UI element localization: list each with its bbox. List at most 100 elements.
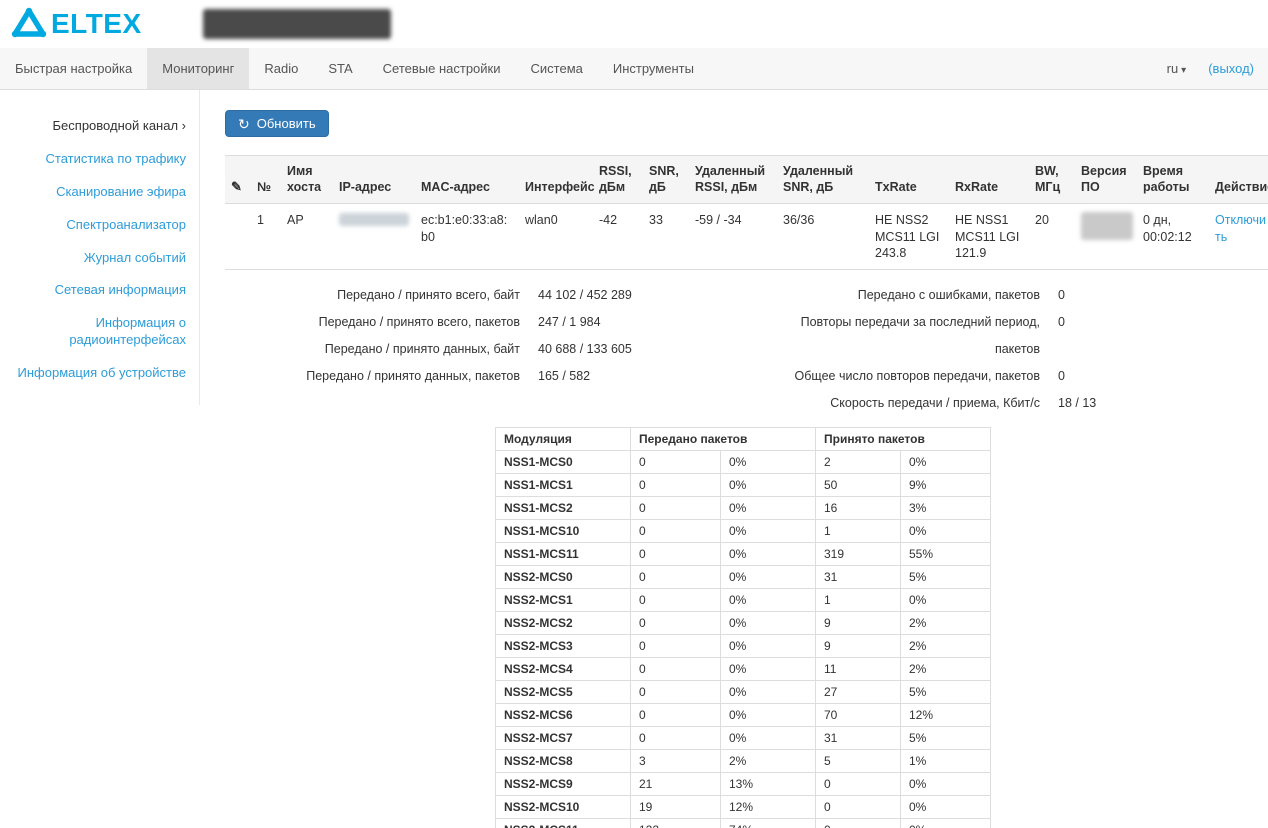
tx-count: 0 [631, 566, 721, 589]
nav-tab[interactable]: Инструменты [598, 48, 709, 89]
nav-tab[interactable]: Radio [249, 48, 313, 89]
redacted-ip-address [339, 213, 409, 226]
tx-percent: 0% [721, 635, 816, 658]
modulation-row: NSS1-MCS11 0 0% 319 55% [496, 543, 991, 566]
col-ip: IP-адрес [333, 156, 415, 204]
rx-percent: 0% [901, 589, 991, 612]
client-interface: wlan0 [519, 204, 593, 270]
tx-count: 0 [631, 704, 721, 727]
rx-count: 319 [816, 543, 901, 566]
nav-tab[interactable]: Система [516, 48, 598, 89]
client-action-cell: Отключить [1209, 204, 1268, 270]
stats-column-right: Передано с ошибками, пакетов 0 Повторы п… [765, 282, 1262, 417]
logout-link[interactable]: (выход) [1208, 61, 1254, 76]
col-snr: SNR, дБ [643, 156, 689, 204]
col-interface: Интерфейс [519, 156, 593, 204]
modulation-name: NSS1-MCS10 [496, 520, 631, 543]
stat-label: Передано / принято всего, пакетов [225, 309, 520, 336]
tx-percent: 0% [721, 589, 816, 612]
col-action: Действие [1209, 156, 1268, 204]
tx-percent: 0% [721, 566, 816, 589]
edit-column-header: ✎ [225, 156, 251, 204]
nav-tab-label: Мониторинг [162, 61, 234, 76]
tx-percent: 0% [721, 727, 816, 750]
refresh-icon: ↻ [238, 117, 250, 131]
modulation-row: NSS2-MCS6 0 0% 70 12% [496, 704, 991, 727]
sidebar-item[interactable]: Журнал событий [0, 242, 199, 275]
sidebar-item[interactable]: Информация о радиоинтерфейсах [0, 307, 199, 357]
client-rxrate: HE NSS1 MCS11 LGI 121.9 [949, 204, 1029, 270]
rx-percent: 0% [901, 520, 991, 543]
rx-count: 1 [816, 520, 901, 543]
tx-count: 0 [631, 451, 721, 474]
client-num: 1 [251, 204, 281, 270]
stat-value: 165 / 582 [520, 363, 590, 390]
tx-percent: 74% [721, 819, 816, 828]
tx-count: 0 [631, 589, 721, 612]
sidebar-section-wireless-channel[interactable]: Беспроводной канал › [0, 110, 199, 143]
sidebar-menu: Беспроводной канал › Статистика по трафи… [0, 110, 199, 390]
nav-tab[interactable]: Сетевые настройки [368, 48, 516, 89]
rx-percent: 12% [901, 704, 991, 727]
redacted-device-name [203, 9, 391, 39]
stat-label: Повторы передачи за последний период, па… [765, 309, 1040, 363]
stat-row: Скорость передачи / приема, Кбит/с 18 / … [765, 390, 1262, 417]
sidebar-item[interactable]: Сканирование эфира [0, 176, 199, 209]
rx-percent: 5% [901, 727, 991, 750]
modulation-row: NSS2-MCS10 19 12% 0 0% [496, 796, 991, 819]
tx-percent: 0% [721, 451, 816, 474]
col-bw: BW, МГц [1029, 156, 1075, 204]
disconnect-link[interactable]: Отключить [1215, 213, 1266, 243]
modulation-row: NSS2-MCS1 0 0% 1 0% [496, 589, 991, 612]
sidebar-item[interactable]: Сетевая информация [0, 274, 199, 307]
col-mac: MAC-адрес [415, 156, 519, 204]
refresh-button[interactable]: ↻ Обновить [225, 110, 329, 137]
tx-count: 19 [631, 796, 721, 819]
rx-percent: 2% [901, 612, 991, 635]
rx-percent: 1% [901, 750, 991, 773]
modulation-name: NSS2-MCS10 [496, 796, 631, 819]
rx-percent: 2% [901, 658, 991, 681]
top-header: ELTEX [0, 0, 1268, 48]
sidebar-item[interactable]: Статистика по трафику [0, 143, 199, 176]
edit-icon: ✎ [231, 179, 242, 194]
tx-percent: 0% [721, 612, 816, 635]
modulation-name: NSS2-MCS0 [496, 566, 631, 589]
stat-label: Общее число повторов передачи, пакетов [765, 363, 1040, 390]
stat-label: Передано / принято всего, байт [225, 282, 520, 309]
col-rxrate: RxRate [949, 156, 1029, 204]
modulation-row: NSS1-MCS2 0 0% 16 3% [496, 497, 991, 520]
stat-value: 40 688 / 133 605 [520, 336, 632, 363]
tx-percent: 0% [721, 681, 816, 704]
tx-percent: 2% [721, 750, 816, 773]
sidebar-item[interactable]: Информация об устройстве [0, 357, 199, 390]
col-rx-packets: Принято пакетов [816, 428, 991, 451]
rx-percent: 5% [901, 681, 991, 704]
sidebar-item[interactable]: Спектроанализатор [0, 209, 199, 242]
nav-tab[interactable]: STA [313, 48, 367, 89]
rx-percent: 0% [901, 819, 991, 828]
rx-percent: 2% [901, 635, 991, 658]
tx-percent: 0% [721, 543, 816, 566]
stat-value: 247 / 1 984 [520, 309, 601, 336]
tx-count: 0 [631, 543, 721, 566]
modulation-name: NSS2-MCS9 [496, 773, 631, 796]
nav-tab[interactable]: Быстрая настройка [0, 48, 147, 89]
modulation-name: NSS2-MCS11 [496, 819, 631, 828]
nav-tab[interactable]: Мониторинг [147, 48, 249, 89]
eltex-logo-icon [10, 6, 48, 43]
tx-percent: 12% [721, 796, 816, 819]
main-panel: ↻ Обновить ✎ № Имя хоста IP-адрес MAC-ад… [200, 90, 1268, 828]
rx-percent: 0% [901, 796, 991, 819]
modulation-row: NSS2-MCS0 0 0% 31 5% [496, 566, 991, 589]
navbar-right: ru▾ (выход) [1167, 48, 1268, 89]
client-remote-snr: 36/36 [777, 204, 869, 270]
modulation-name: NSS2-MCS8 [496, 750, 631, 773]
stat-row: Общее число повторов передачи, пакетов 0 [765, 363, 1262, 390]
stat-row: Повторы передачи за последний период, па… [765, 309, 1262, 363]
tx-count: 0 [631, 474, 721, 497]
tx-percent: 0% [721, 658, 816, 681]
rx-count: 31 [816, 727, 901, 750]
language-selector[interactable]: ru▾ [1167, 61, 1187, 76]
rx-count: 0 [816, 773, 901, 796]
